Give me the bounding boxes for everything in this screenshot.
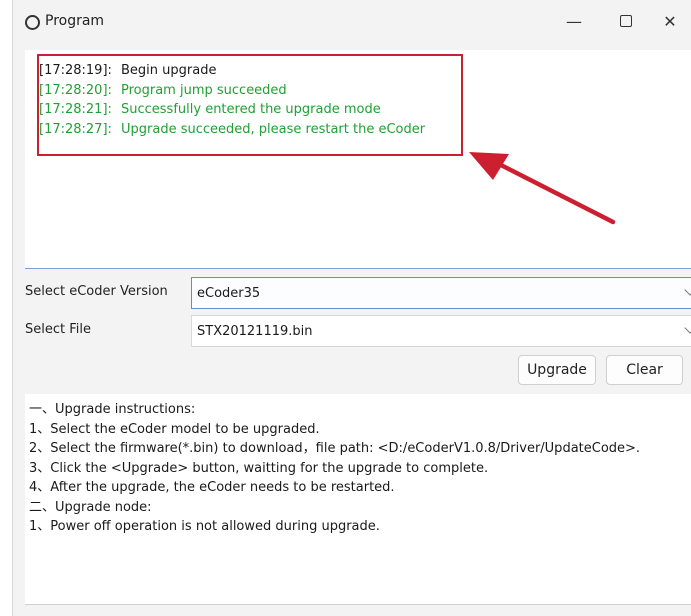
annotation-arrow-icon	[469, 152, 616, 225]
instructions-list: 一、Upgrade instructions: 1、Select the eCo…	[29, 400, 640, 537]
instruction-line: 3、Click the <Upgrade> button, waitting f…	[29, 460, 489, 476]
log-output[interactable]: [17:28:19]: Begin upgrade [17:28:20]: Prog…	[25, 50, 691, 269]
upgrade-button[interactable]: Upgrade	[518, 355, 596, 385]
instruction-line: 4、After the upgrade, the eCoder needs to…	[29, 480, 395, 495]
instruction-line: 1、Select the eCoder model to be upgraded…	[29, 421, 320, 437]
file-select[interactable]: STX20121119.bin	[191, 315, 691, 347]
annotation-highlight-box	[37, 54, 463, 156]
maximize-icon	[620, 15, 632, 27]
minimize-button[interactable]: —	[551, 6, 597, 36]
title-bar: Program — ✕	[13, 0, 691, 44]
close-button[interactable]: ✕	[647, 6, 691, 36]
instruction-line: 二、Upgrade node:	[29, 499, 152, 515]
instruction-line: 一、Upgrade instructions:	[29, 402, 196, 417]
file-label: Select File	[25, 322, 91, 337]
chevron-down-icon	[684, 322, 691, 334]
instruction-line: 2、Select the firmware(*.bin) to download…	[29, 441, 641, 456]
chevron-down-icon	[684, 284, 691, 296]
instruction-line: 1、Power off operation is not allowed dur…	[29, 519, 380, 534]
app-icon	[25, 15, 40, 30]
version-row: Select eCoder Version eCoder35	[25, 277, 691, 309]
file-value: STX20121119.bin	[197, 323, 313, 339]
version-select[interactable]: eCoder35	[191, 277, 691, 309]
clear-button[interactable]: Clear	[606, 355, 683, 385]
program-window: Program — ✕ [17:28:19]: Begin upgrade [17…	[12, 0, 691, 616]
version-value: eCoder35	[197, 285, 261, 301]
version-label: Select eCoder Version	[25, 284, 168, 299]
window-title: Program	[45, 13, 105, 29]
maximize-button[interactable]	[603, 6, 649, 36]
instructions-panel[interactable]: 一、Upgrade instructions: 1、Select the eCo…	[25, 394, 691, 605]
file-row: Select File STX20121119.bin	[25, 315, 691, 347]
